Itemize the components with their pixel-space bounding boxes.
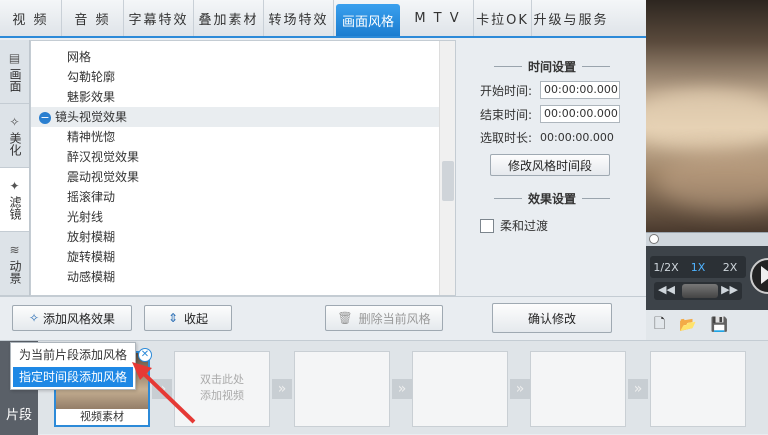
- collapse-arrows-icon: ⇕: [167, 311, 179, 325]
- list-item[interactable]: 旋转模糊: [31, 247, 455, 267]
- jog-shuttle[interactable]: ◀◀ ▶▶: [654, 282, 742, 300]
- empty-clip-slot[interactable]: [294, 351, 390, 427]
- annotation-arrow: [132, 362, 196, 424]
- list-item[interactable]: 勾勒轮廓: [31, 67, 455, 87]
- side-tab-label: 动景: [8, 260, 22, 284]
- tab-upgrade-service[interactable]: 升级与服务: [532, 0, 610, 36]
- collapse-label: 收起: [184, 311, 209, 326]
- tab-subtitle-effects[interactable]: 字幕特效: [124, 0, 194, 36]
- arrow-icon: »: [392, 379, 412, 399]
- arrow-icon: »: [628, 379, 648, 399]
- rewind-icon[interactable]: ◀◀: [658, 283, 675, 296]
- arrow-icon: »: [510, 379, 530, 399]
- filter-icon: ✦: [9, 179, 20, 193]
- end-time-field[interactable]: 00:00:00.000: [540, 105, 620, 123]
- trash-icon: 🗑: [337, 311, 353, 325]
- add-style-menu: 为当前片段添加风格 指定时间段添加风格: [10, 342, 136, 390]
- speed-half[interactable]: 1/2X: [650, 261, 682, 274]
- new-file-icon[interactable]: 🗋: [654, 313, 665, 337]
- end-time-label: 结束时间:: [480, 107, 533, 122]
- side-tab-label: 滤镜: [8, 196, 22, 220]
- side-tab-label: 画面: [8, 68, 22, 92]
- collapse-icon[interactable]: −: [39, 111, 51, 124]
- arrow-icon: »: [272, 379, 292, 399]
- side-tab-beautify[interactable]: ✧ 美化: [0, 104, 29, 168]
- speed-2x[interactable]: 2X: [714, 261, 746, 274]
- settings-panel: 时间设置 开始时间: 00:00:00.000 结束时间: 00:00:00.000…: [458, 40, 646, 296]
- tab-transition[interactable]: 转场特效: [264, 0, 334, 36]
- speed-1x[interactable]: 1X: [682, 261, 714, 274]
- scrollbar-thumb[interactable]: [442, 161, 454, 201]
- tab-video[interactable]: 视 频: [0, 0, 62, 36]
- checkbox-box[interactable]: [480, 218, 494, 233]
- open-folder-icon[interactable]: 📂: [679, 317, 696, 333]
- play-button[interactable]: [750, 258, 768, 294]
- empty-clip-slot[interactable]: [412, 351, 508, 427]
- playback-scrubber[interactable]: [646, 232, 768, 246]
- side-tab-label: 美化: [8, 132, 22, 156]
- file-icon-row: 🗋 📂 💾: [646, 310, 768, 340]
- smooth-transition-checkbox[interactable]: 柔和过渡: [480, 217, 646, 234]
- menu-item-time-range[interactable]: 指定时间段添加风格: [13, 367, 133, 387]
- jog-grip[interactable]: [682, 284, 718, 298]
- duration-label: 选取时长:: [480, 131, 533, 145]
- add-style-label: 添加风格效果: [43, 311, 116, 326]
- list-item[interactable]: 醉汉视觉效果: [31, 147, 455, 167]
- side-tab-bar: ▤ 画面 ✧ 美化 ✦ 滤镜 ≋ 动景: [0, 40, 30, 296]
- empty-clip-slot[interactable]: [650, 351, 746, 427]
- empty-clip-slot[interactable]: [530, 351, 626, 427]
- video-preview: [646, 0, 768, 232]
- list-item[interactable]: 摇滚律动: [31, 187, 455, 207]
- scrubber-handle[interactable]: [649, 234, 659, 244]
- delete-style-label: 删除当前风格: [358, 311, 431, 326]
- time-settings-title: 时间设置: [458, 58, 646, 75]
- side-tab-dynamic[interactable]: ≋ 动景: [0, 232, 29, 296]
- wave-icon: ≋: [9, 243, 20, 257]
- start-time-field[interactable]: 00:00:00.000: [540, 81, 620, 99]
- fast-forward-icon[interactable]: ▶▶: [721, 283, 738, 296]
- tab-karaoke[interactable]: 卡拉OK: [474, 0, 532, 36]
- list-group-lens[interactable]: − 镜头视觉效果: [31, 107, 455, 127]
- player-controls: 1/2X 1X 2X ◀◀ ▶▶: [646, 246, 768, 310]
- group-label: 镜头视觉效果: [55, 110, 128, 124]
- menu-item-current-clip[interactable]: 为当前片段添加风格: [13, 345, 133, 365]
- wand-icon: ✧: [28, 311, 40, 325]
- tab-overlay[interactable]: 叠加素材: [194, 0, 264, 36]
- tab-audio[interactable]: 音 频: [62, 0, 124, 36]
- monitor-icon: ▤: [8, 51, 21, 65]
- list-item[interactable]: 精神恍惚: [31, 127, 455, 147]
- add-style-button[interactable]: ✧ 添加风格效果: [12, 305, 132, 331]
- list-item[interactable]: 震动视觉效果: [31, 167, 455, 187]
- magic-wand-icon: ✧: [9, 115, 20, 129]
- play-icon: [761, 266, 768, 284]
- save-icon[interactable]: 💾: [711, 317, 728, 333]
- tab-mtv[interactable]: M T V: [402, 0, 474, 36]
- hint-line1: 双击此处: [200, 373, 244, 386]
- list-item[interactable]: 动感模糊: [31, 267, 455, 287]
- modify-time-button[interactable]: 修改风格时间段: [490, 154, 610, 176]
- effect-settings-title: 效果设置: [458, 190, 646, 207]
- collapse-button[interactable]: ⇕ 收起: [144, 305, 232, 331]
- list-item[interactable]: 光射线: [31, 207, 455, 227]
- effect-list: 网格 勾勒轮廓 魅影效果 − 镜头视觉效果 精神恍惚 醉汉视觉效果 震动视觉效果 …: [30, 40, 456, 296]
- list-scrollbar[interactable]: [439, 41, 455, 295]
- duration-value: 00:00:00.000: [540, 131, 614, 144]
- side-tab-filter[interactable]: ✦ 滤镜: [0, 168, 29, 232]
- action-bar: ✧ 添加风格效果 ⇕ 收起 🗑 删除当前风格 确认修改: [0, 296, 646, 340]
- list-item[interactable]: 放射模糊: [31, 227, 455, 247]
- speed-selector[interactable]: 1/2X 1X 2X: [650, 256, 746, 278]
- side-tab-picture[interactable]: ▤ 画面: [0, 40, 29, 104]
- list-item[interactable]: 魅影效果: [31, 87, 455, 107]
- smooth-transition-label: 柔和过渡: [500, 219, 549, 233]
- delete-style-button[interactable]: 🗑 删除当前风格: [325, 305, 443, 331]
- tab-picture-style[interactable]: 画面风格: [336, 4, 400, 36]
- hint-line2: 添加视频: [200, 389, 244, 402]
- list-item[interactable]: 网格: [31, 47, 455, 67]
- confirm-button[interactable]: 确认修改: [492, 303, 612, 333]
- top-tab-bar: 视 频 音 频 字幕特效 叠加素材 转场特效 画面风格 M T V 卡拉OK 升…: [0, 0, 646, 38]
- start-time-label: 开始时间:: [480, 83, 533, 98]
